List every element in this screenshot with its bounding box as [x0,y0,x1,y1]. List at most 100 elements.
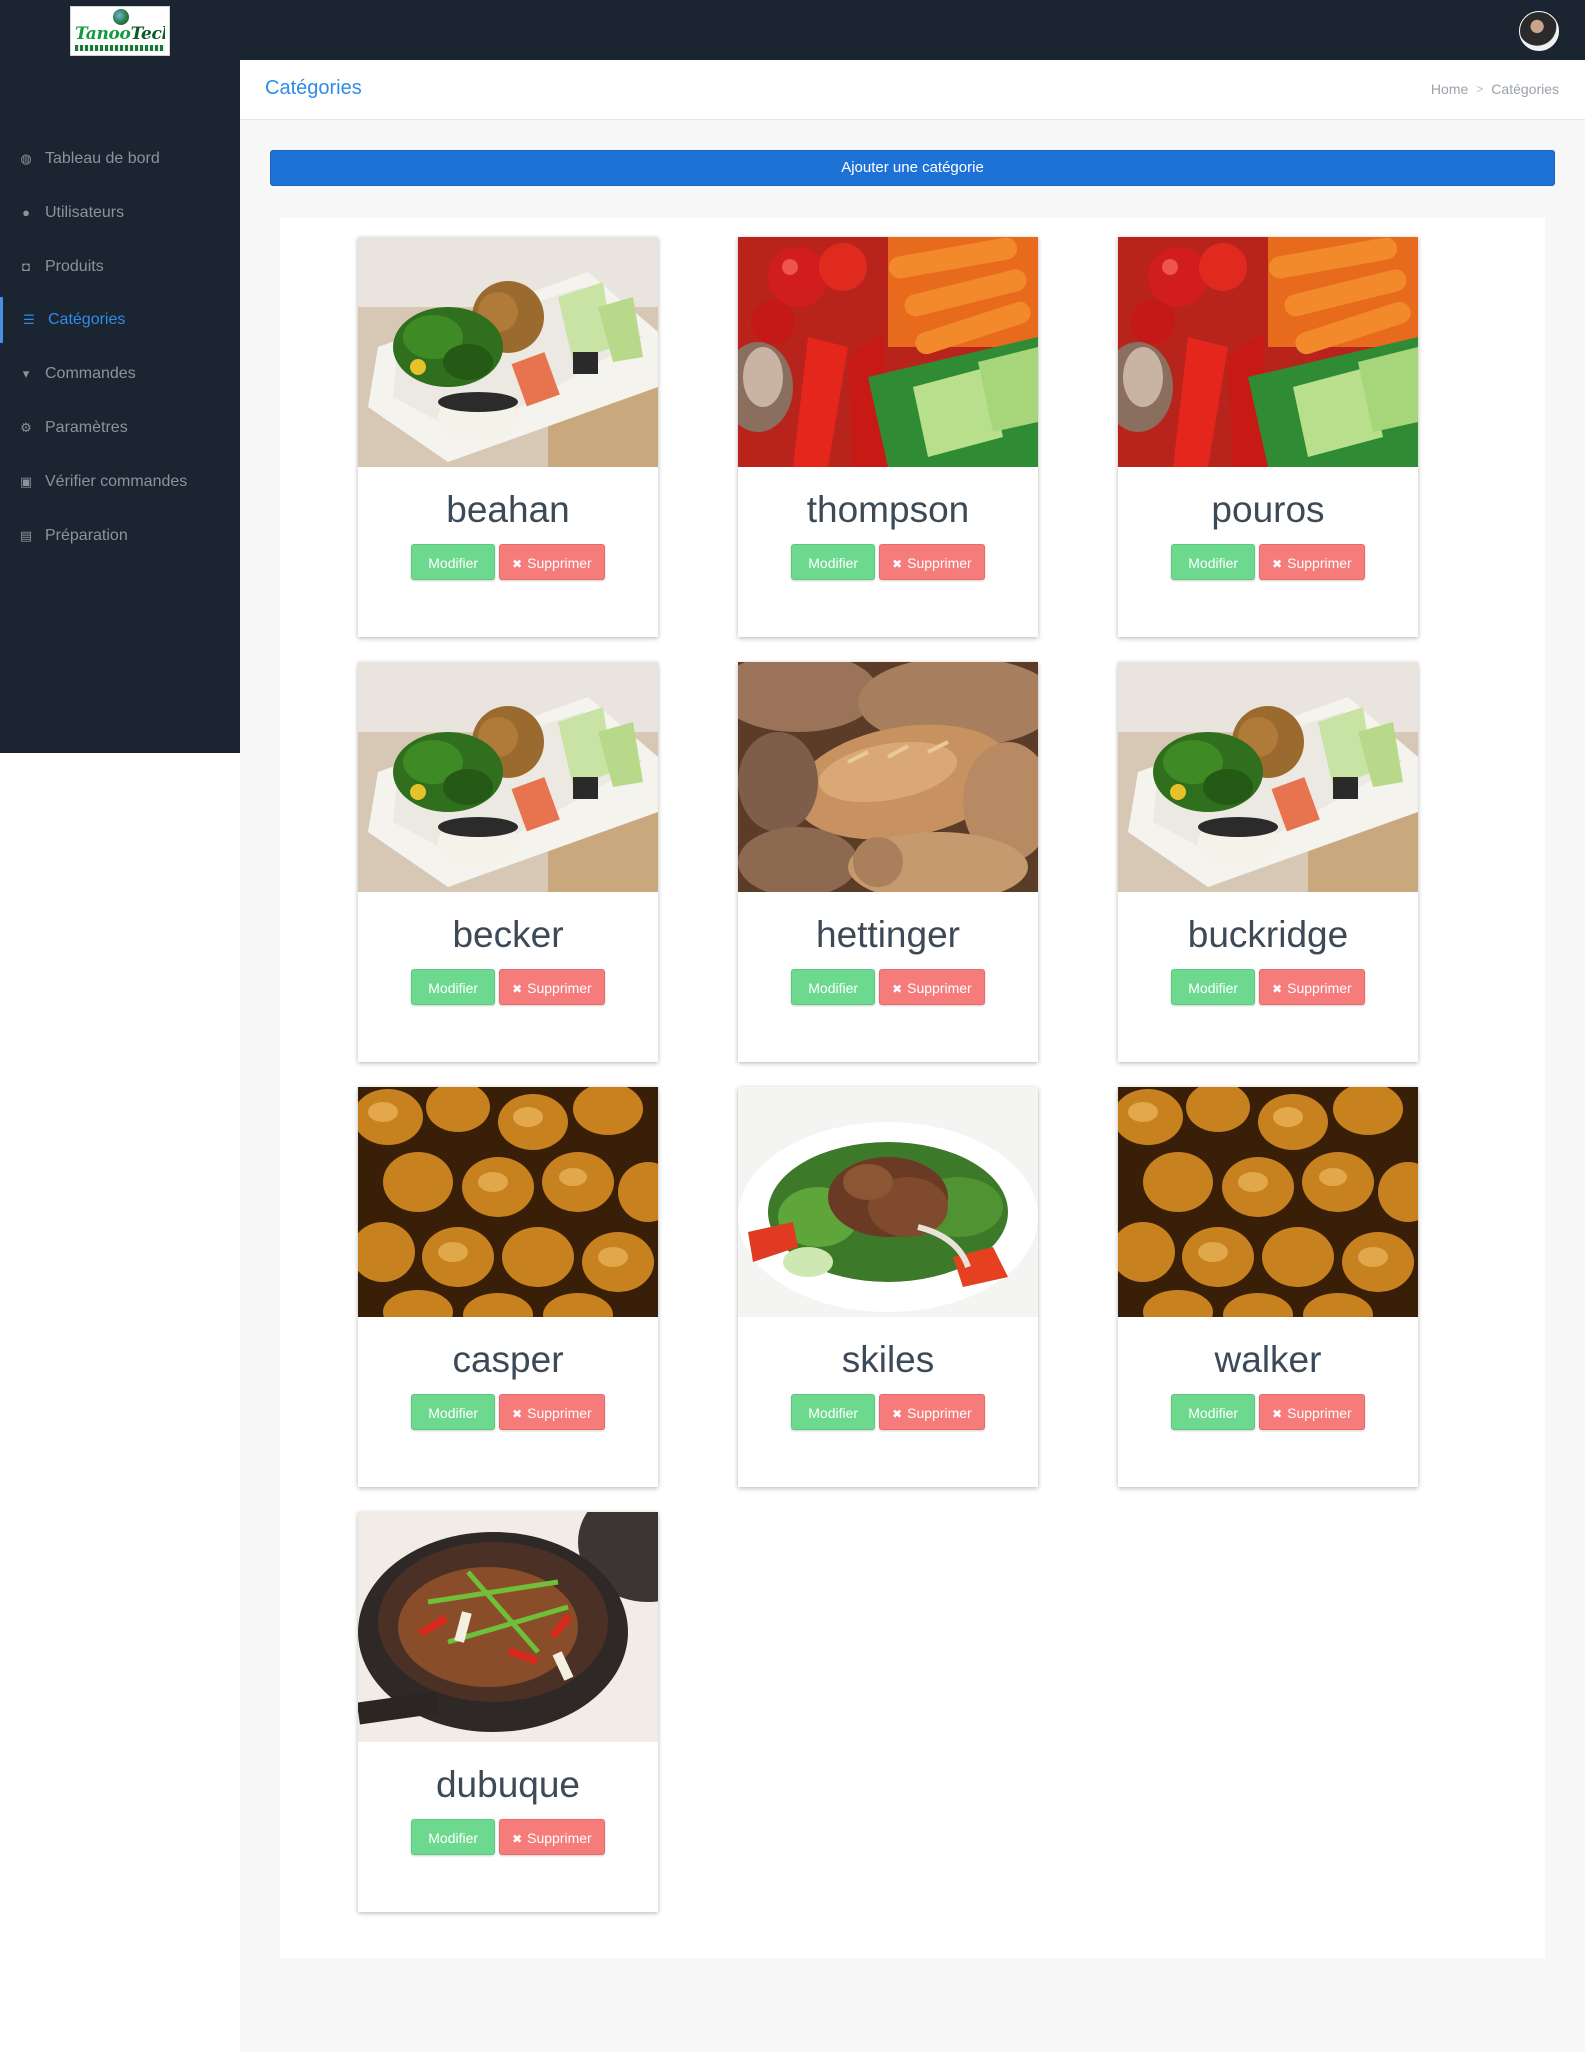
sidebar-item-produits[interactable]: ◘ Produits [0,244,240,290]
close-icon: ✖ [892,557,903,571]
category-actions: Modifier ✖ Supprimer [358,544,658,580]
sidebar-item-preparation[interactable]: ▤ Préparation [0,513,240,559]
category-actions: Modifier ✖ Supprimer [358,1819,658,1855]
delete-category-button[interactable]: ✖ Supprimer [879,1394,985,1430]
category-image [1118,1087,1418,1317]
delete-label: Supprimer [527,980,592,996]
category-image [738,662,1038,892]
user-icon: ● [22,205,30,220]
category-actions: Modifier ✖ Supprimer [358,969,658,1005]
category-actions: Modifier ✖ Supprimer [1118,1394,1418,1430]
delete-label: Supprimer [527,555,592,571]
gear-icon: ⚙ [20,420,32,435]
category-image [358,1087,658,1317]
category-name: buckridge [1187,914,1349,955]
category-actions: Modifier ✖ Supprimer [738,544,1038,580]
chevron-right-icon: > [1476,82,1484,96]
edit-category-button[interactable]: Modifier [411,969,496,1005]
category-image [358,1512,658,1742]
delete-label: Supprimer [527,1405,592,1421]
delete-label: Supprimer [907,555,972,571]
logo-text: TanooTech [75,24,165,44]
category-image [738,237,1038,467]
delete-category-button[interactable]: ✖ Supprimer [499,1394,605,1430]
category-image [358,662,658,892]
edit-category-button[interactable]: Modifier [411,1819,496,1855]
delete-label: Supprimer [1287,555,1352,571]
category-name: dubuque [435,1764,581,1805]
sidebar-item-label: Utilisateurs [45,204,125,221]
breadcrumb-home-link[interactable]: Home [1431,81,1468,97]
sidebar-item-label: Tableau de bord [45,150,160,167]
globe-icon [113,9,129,25]
delete-category-button[interactable]: ✖ Supprimer [499,1819,605,1855]
category-name: skiles [841,1339,935,1380]
category-actions: Modifier ✖ Supprimer [1118,969,1418,1005]
page-header: Catégories Home > Catégories [240,60,1585,120]
list-icon: ☰ [23,312,35,327]
close-icon: ✖ [1272,1407,1283,1421]
delete-label: Supprimer [1287,980,1352,996]
shopping-bag-icon: ◘ [22,259,30,274]
close-icon: ✖ [892,1407,903,1421]
edit-category-button[interactable]: Modifier [1171,1394,1256,1430]
sidebar-item-label: Préparation [45,527,128,544]
breadcrumb: Home > Catégories [1431,81,1559,97]
sidebar: ◍ Tableau de bord ● Utilisateurs ◘ Produ… [0,60,240,753]
sidebar-item-label: Paramètres [45,419,128,436]
category-image [738,1087,1038,1317]
delete-category-button[interactable]: ✖ Supprimer [499,544,605,580]
category-actions: Modifier ✖ Supprimer [738,1394,1038,1430]
delete-category-button[interactable]: ✖ Supprimer [1259,544,1365,580]
category-card: pouros Modifier ✖ Supprimer [1118,237,1418,637]
close-icon: ✖ [512,1407,523,1421]
close-icon: ✖ [512,1832,523,1846]
sidebar-item-utilisateurs[interactable]: ● Utilisateurs [0,190,240,236]
delete-category-button[interactable]: ✖ Supprimer [879,969,985,1005]
category-card: buckridge Modifier ✖ Supprimer [1118,662,1418,1062]
close-icon: ✖ [512,557,523,571]
category-name: beahan [446,489,570,530]
sidebar-item-label: Catégories [48,311,126,328]
sidebar-item-parametres[interactable]: ⚙ Paramètres [0,405,240,451]
sidebar-item-tableau-de-bord[interactable]: ◍ Tableau de bord [0,136,240,182]
edit-category-button[interactable]: Modifier [791,1394,876,1430]
category-name: pouros [1211,489,1325,530]
add-category-button[interactable]: Ajouter une catégorie [270,150,1555,186]
category-actions: Modifier ✖ Supprimer [358,1394,658,1430]
sidebar-item-commandes[interactable]: ▾ Commandes [0,351,240,397]
delete-category-button[interactable]: ✖ Supprimer [1259,1394,1365,1430]
edit-category-button[interactable]: Modifier [791,544,876,580]
delete-category-button[interactable]: ✖ Supprimer [499,969,605,1005]
delete-category-button[interactable]: ✖ Supprimer [1259,969,1365,1005]
cart-icon: ▾ [22,366,30,381]
category-card: beahan Modifier ✖ Supprimer [358,237,658,637]
top-navbar: TanooTech [0,0,1585,60]
sidebar-item-categories[interactable]: ☰ Catégories [0,297,240,343]
sidebar-item-verifier-commandes[interactable]: ▣ Vérifier commandes [0,459,240,505]
dashboard-icon: ◍ [20,151,32,166]
user-avatar[interactable] [1519,11,1559,51]
category-name: thompson [806,489,970,530]
calendar-check-icon: ▣ [19,474,33,489]
logo-tagline-stripe [75,45,165,51]
edit-category-button[interactable]: Modifier [411,1394,496,1430]
category-image [1118,662,1418,892]
sidebar-item-label: Commandes [45,365,136,382]
brand-logo[interactable]: TanooTech [70,6,170,56]
category-card: skiles Modifier ✖ Supprimer [738,1087,1038,1487]
category-image [358,237,658,467]
edit-category-button[interactable]: Modifier [1171,969,1256,1005]
category-image [1118,237,1418,467]
delete-category-button[interactable]: ✖ Supprimer [879,544,985,580]
category-card: casper Modifier ✖ Supprimer [358,1087,658,1487]
delete-label: Supprimer [527,1830,592,1846]
page-title: Catégories [265,77,362,99]
category-card: walker Modifier ✖ Supprimer [1118,1087,1418,1487]
delete-label: Supprimer [1287,1405,1352,1421]
edit-category-button[interactable]: Modifier [791,969,876,1005]
category-card: becker Modifier ✖ Supprimer [358,662,658,1062]
category-name: hettinger [816,914,960,955]
edit-category-button[interactable]: Modifier [411,544,496,580]
edit-category-button[interactable]: Modifier [1171,544,1256,580]
